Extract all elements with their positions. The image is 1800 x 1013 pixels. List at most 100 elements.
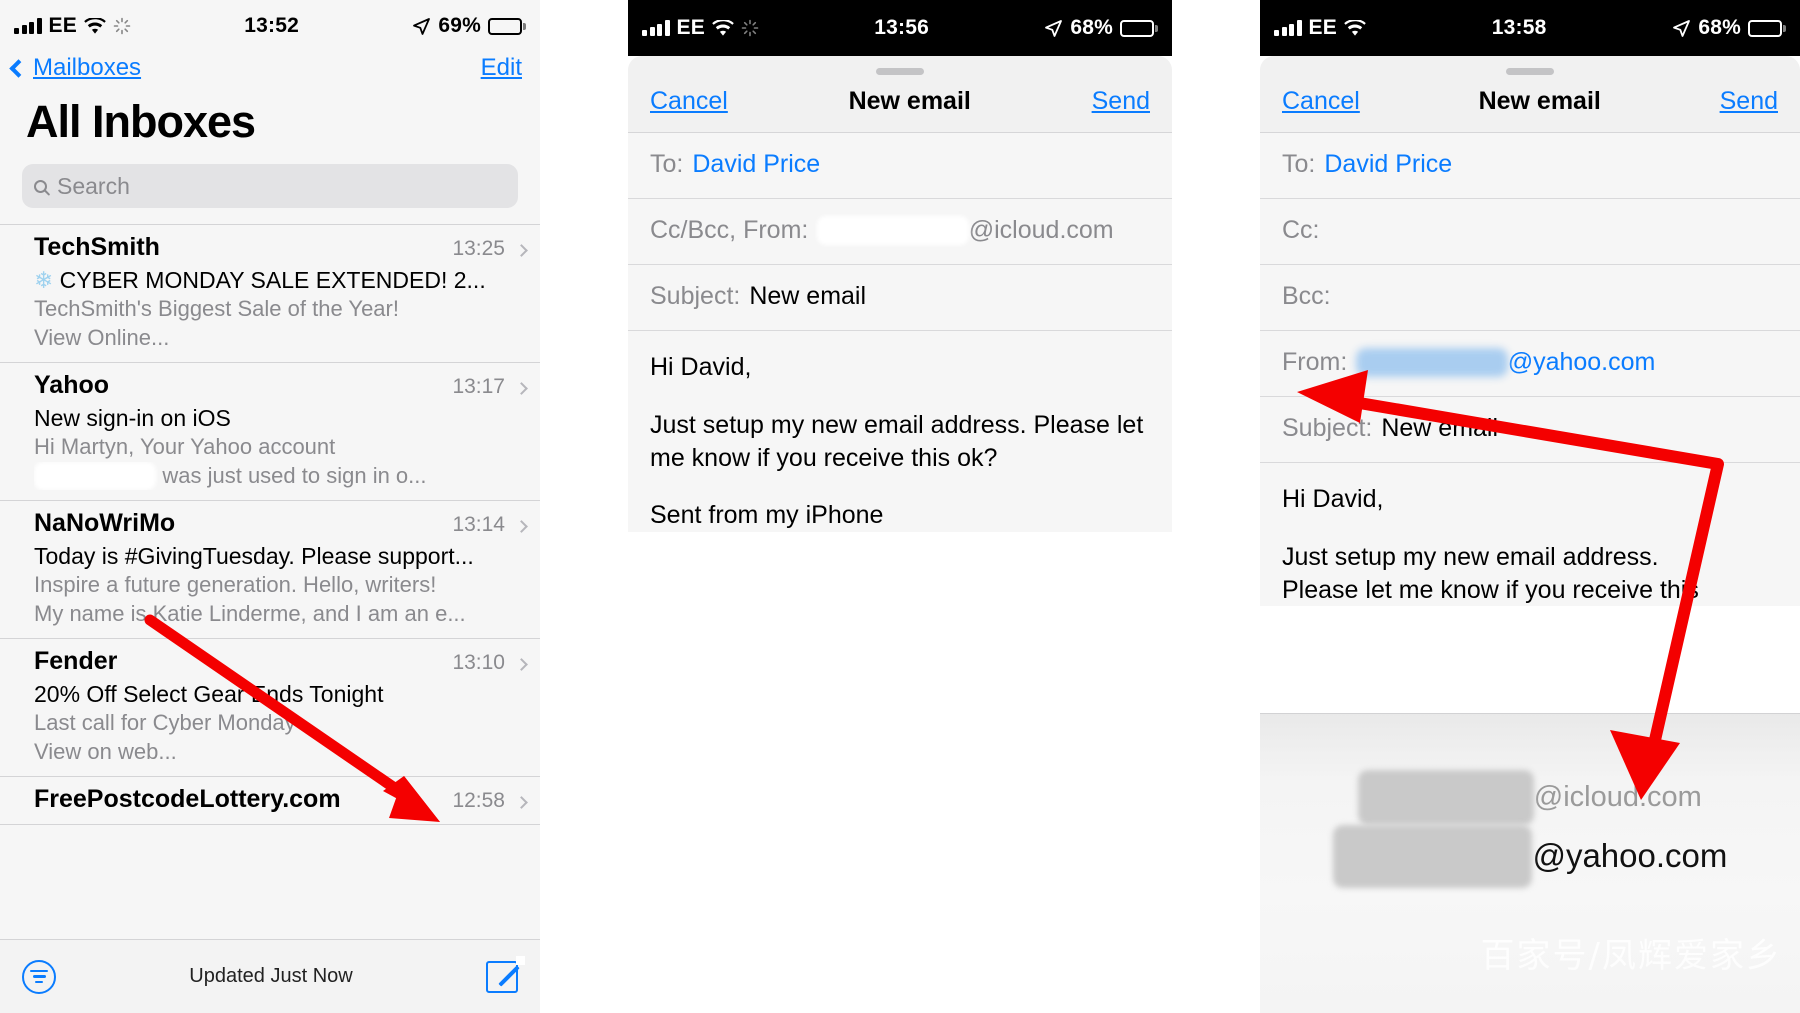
updated-status-label: Updated Just Now — [189, 965, 353, 987]
subject-field[interactable]: Subject: New email — [628, 265, 1172, 331]
picker-option-yahoo[interactable]: martynxxxxxy@yahoo.com — [1260, 825, 1800, 888]
mail-time: 13:17 — [452, 374, 505, 398]
compose-icon[interactable] — [486, 955, 525, 993]
clock-label: 13:52 — [244, 14, 299, 37]
from-field[interactable]: From: martynxxxxxy@yahoo.com — [1260, 331, 1800, 397]
mail-list: TechSmith 13:25 ❄ CYBER MONDAY SALE EXTE… — [0, 224, 540, 825]
mail-time: 13:10 — [452, 650, 505, 674]
list-item[interactable]: Fender 13:10 20% Off Select Gear Ends To… — [0, 639, 540, 777]
compose-sheet-stack: Cancel New email Send — [628, 44, 1172, 133]
mail-time: 13:25 — [452, 237, 505, 260]
mail-sender: FreePostcodeLottery.com — [34, 784, 341, 813]
subject-value: New email — [1381, 414, 1499, 442]
send-button[interactable]: Send — [1092, 87, 1150, 116]
body-line-2: Please let me know if you receive this — [1282, 575, 1699, 604]
battery-icon — [1120, 19, 1158, 37]
list-item[interactable]: NaNoWriMo 13:14 Today is #GivingTuesday.… — [0, 501, 540, 639]
chevron-right-icon — [515, 382, 528, 395]
to-label: To: — [650, 150, 684, 178]
message-body[interactable]: Hi David, Just setup my new email addres… — [1260, 463, 1800, 607]
from-domain: @yahoo.com — [1507, 348, 1656, 376]
body-line-1: Just setup my new email address. — [1282, 542, 1659, 571]
chevron-right-icon — [515, 795, 528, 809]
mail-subject-text: Today is #GivingTuesday. Please support.… — [34, 542, 474, 569]
status-bar-inbox: EE 13:52 69% — [0, 0, 540, 52]
picker-option-icloud[interactable]: martynxxxxxy@icloud.com — [1260, 770, 1800, 826]
mail-preview-line-1: Last call for Cyber Monday — [34, 709, 296, 735]
mail-subject-text: CYBER MONDAY SALE EXTENDED! 2... — [59, 267, 486, 293]
mail-bottom-toolbar: Updated Just Now — [0, 939, 540, 1013]
watermark-label: 百家号/凤辉爱家乡 — [1480, 936, 1782, 976]
page-title: All Inboxes — [26, 96, 256, 147]
list-item[interactable]: FreePostcodeLottery.com 12:58 — [0, 777, 540, 825]
bcc-field[interactable]: Bcc: — [1260, 265, 1800, 331]
subject-field[interactable]: Subject: New email — [1260, 397, 1800, 463]
ccbcc-from-field[interactable]: Cc/Bcc, From: martynxxxxxy@icloud.com — [628, 199, 1172, 265]
subject-value: New email — [749, 282, 867, 310]
list-item[interactable]: Yahoo 13:17 New sign-in on iOS Hi Martyn… — [0, 363, 540, 501]
chevron-left-icon — [9, 58, 28, 78]
from-address-value: martynxxxxxy@icloud.com — [817, 216, 1114, 245]
from-address-value: martynxxxxxy@yahoo.com — [1356, 348, 1655, 377]
mail-preview-line-1: TechSmith's Biggest Sale of the Year! — [34, 296, 399, 321]
mail-time: 12:58 — [452, 788, 505, 812]
status-bar-compose-b: EE 13:58 68% — [1260, 0, 1800, 56]
mail-preview-tail: was just used to sign in o... — [156, 462, 427, 488]
carrier-label: EE — [48, 14, 77, 37]
picker-option-domain: @icloud.com — [1533, 781, 1702, 813]
edit-button[interactable]: Edit — [481, 54, 522, 82]
cc-field[interactable]: Cc: — [1260, 199, 1800, 265]
list-item[interactable]: TechSmith 13:25 ❄ CYBER MONDAY SALE EXTE… — [0, 225, 540, 363]
phone-panel-inbox: EE 13:52 69% Mailboxes Edit All Inboxes … — [0, 0, 540, 1013]
bcc-label: Bcc: — [1282, 282, 1331, 310]
to-field[interactable]: To: David Price — [628, 133, 1172, 199]
to-field[interactable]: To: David Price — [1260, 133, 1800, 199]
cellular-signal-icon — [14, 18, 42, 34]
battery-icon — [488, 17, 526, 35]
navigation-bar: Mailboxes Edit — [0, 52, 540, 82]
subject-label: Subject: — [650, 282, 741, 310]
activity-spinner-icon — [113, 17, 131, 35]
chevron-right-icon — [515, 519, 528, 533]
cellular-signal-icon — [1274, 20, 1302, 36]
message-body[interactable]: Hi David, Just setup my new email addres… — [628, 331, 1172, 532]
sheet-grabber-handle[interactable] — [1506, 68, 1554, 75]
compose-sheet-header: Cancel New email Send — [628, 56, 1172, 133]
body-paragraph: Just setup my new email address. Please … — [650, 410, 1144, 472]
mail-sender: Yahoo — [34, 370, 110, 399]
sheet-title: New email — [848, 87, 971, 115]
location-arrow-icon — [413, 17, 431, 35]
body-greeting: Hi David, — [650, 353, 752, 381]
wifi-icon — [84, 17, 106, 34]
search-input[interactable]: Search — [22, 164, 518, 208]
mail-preview-line-2: martynxxxxx was just used to sign in o..… — [34, 461, 526, 490]
redacted-email-text: martynxxxxxy — [1358, 770, 1534, 826]
phone-panel-compose-expanded: EE 13:58 68% Cancel New email Send To: D… — [1260, 0, 1800, 1013]
carrier-label: EE — [676, 16, 705, 39]
to-recipient: David Price — [1324, 150, 1453, 178]
filter-icon[interactable] — [22, 959, 56, 994]
activity-spinner-icon — [741, 19, 759, 37]
phone-panel-compose-collapsed: EE 13:56 68% Cancel New email Send To: D… — [628, 0, 1172, 1013]
compose-sheet-stack: Cancel New email Send — [1260, 44, 1800, 133]
mail-time: 13:14 — [452, 512, 505, 536]
ccbcc-from-label: Cc/Bcc, From: — [650, 216, 809, 244]
snowflake-icon: ❄ — [34, 267, 54, 293]
cancel-button[interactable]: Cancel — [650, 87, 728, 116]
to-recipient: David Price — [692, 150, 821, 178]
mail-sender: NaNoWriMo — [34, 508, 176, 537]
mail-preview-line-2: View Online... — [34, 324, 170, 350]
cancel-button[interactable]: Cancel — [1282, 87, 1360, 116]
picker-option-domain: @yahoo.com — [1532, 837, 1728, 875]
body-signature: Sent from my iPhone — [650, 501, 884, 530]
mail-sender: TechSmith — [34, 233, 160, 261]
send-button[interactable]: Send — [1720, 87, 1778, 116]
status-bar-compose-a: EE 13:56 68% — [628, 0, 1172, 56]
redacted-email-text: martynxxxxx — [34, 461, 157, 490]
chevron-right-icon — [515, 657, 528, 671]
to-label: To: — [1282, 150, 1316, 178]
mail-subject-text: New sign-in on iOS — [34, 404, 231, 431]
chevron-right-icon — [515, 244, 528, 257]
sheet-grabber-handle[interactable] — [876, 68, 924, 75]
back-to-mailboxes-button[interactable]: Mailboxes — [9, 54, 141, 82]
